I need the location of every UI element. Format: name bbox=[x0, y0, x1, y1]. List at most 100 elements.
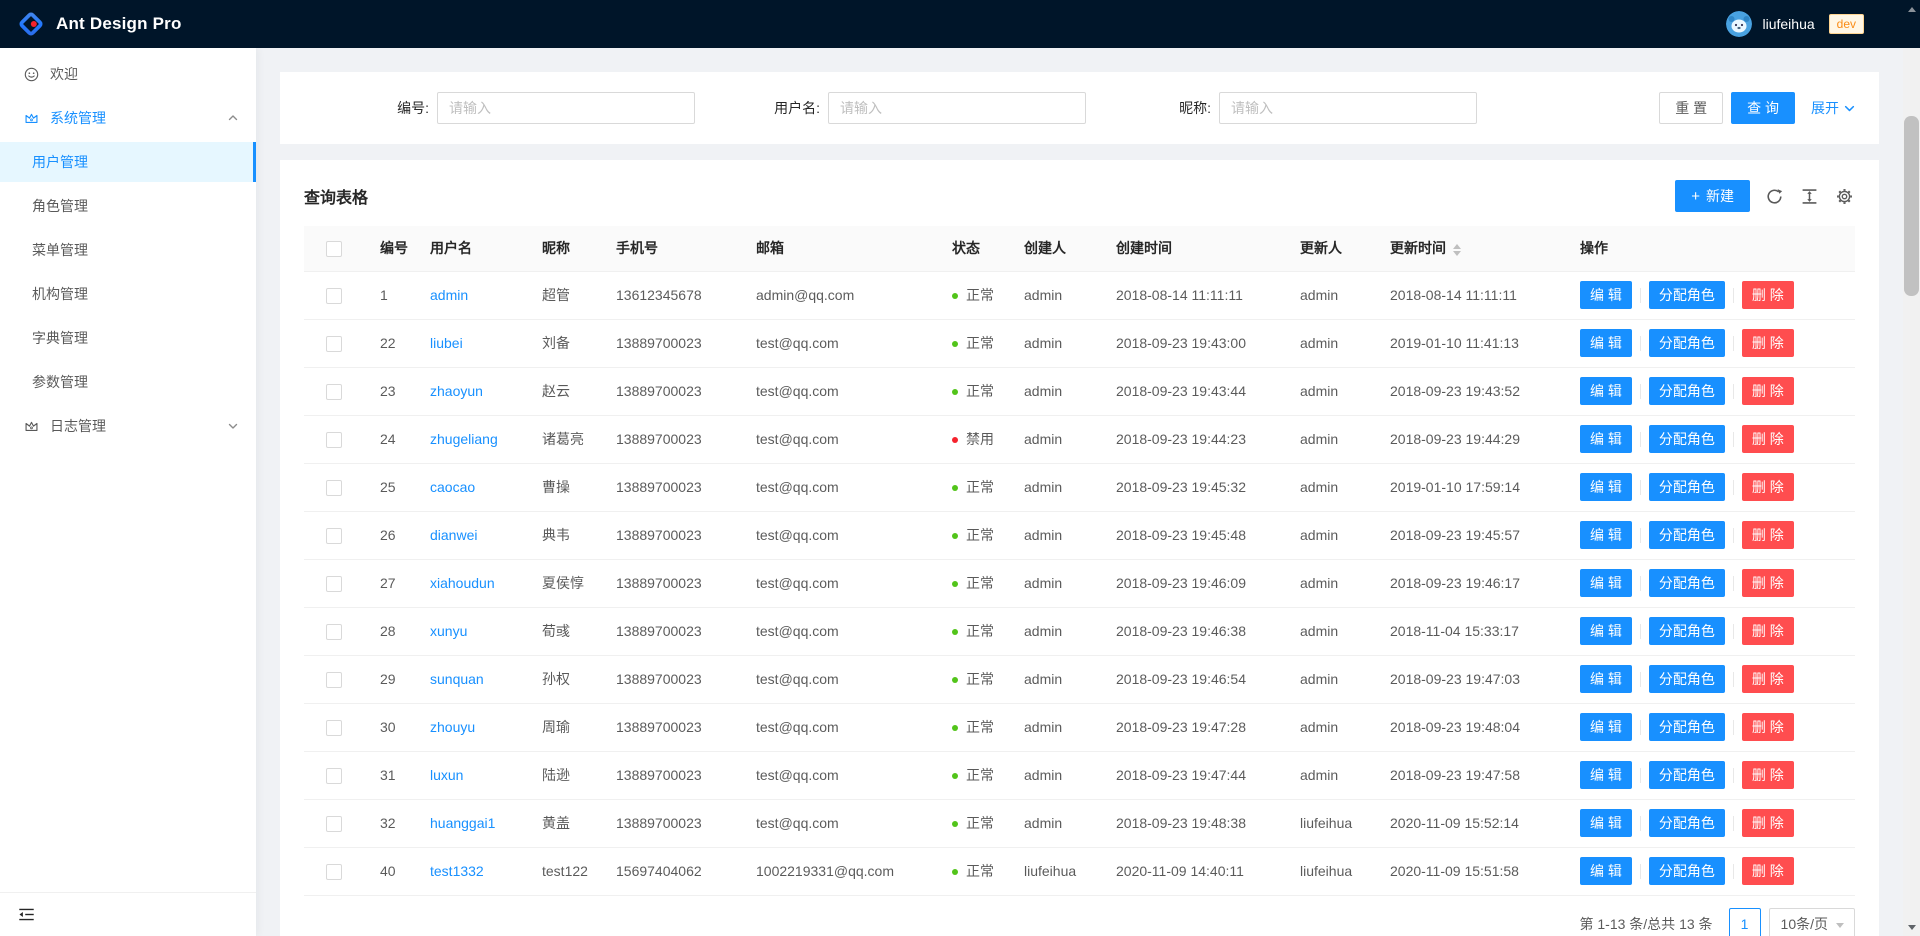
edit-button[interactable]: 编 辑 bbox=[1580, 569, 1632, 597]
assign-role-button[interactable]: 分配角色 bbox=[1649, 329, 1725, 357]
assign-role-button[interactable]: 分配角色 bbox=[1649, 377, 1725, 405]
delete-button[interactable]: 删 除 bbox=[1742, 665, 1794, 693]
page-size-select[interactable]: 10条/页 bbox=[1769, 908, 1855, 936]
delete-button[interactable]: 删 除 bbox=[1742, 377, 1794, 405]
user-link[interactable]: zhaoyun bbox=[430, 383, 483, 399]
sidebar-subitem-menu-management[interactable]: 菜单管理 bbox=[0, 230, 256, 270]
reload-icon[interactable] bbox=[1764, 188, 1785, 205]
delete-button[interactable]: 删 除 bbox=[1742, 617, 1794, 645]
sidebar-item-log-management[interactable]: 日志管理 bbox=[0, 406, 256, 446]
edit-button[interactable]: 编 辑 bbox=[1580, 473, 1632, 501]
edit-button[interactable]: 编 辑 bbox=[1580, 617, 1632, 645]
menu-fold-icon[interactable] bbox=[18, 906, 35, 923]
edit-button[interactable]: 编 辑 bbox=[1580, 761, 1632, 789]
sidebar-subitem-role-management[interactable]: 角色管理 bbox=[0, 186, 256, 226]
user-link[interactable]: luxun bbox=[430, 767, 463, 783]
delete-button[interactable]: 删 除 bbox=[1742, 473, 1794, 501]
row-checkbox[interactable] bbox=[326, 384, 342, 400]
edit-button[interactable]: 编 辑 bbox=[1580, 425, 1632, 453]
cell-creator: admin bbox=[1008, 415, 1100, 463]
assign-role-button[interactable]: 分配角色 bbox=[1649, 617, 1725, 645]
assign-role-button[interactable]: 分配角色 bbox=[1649, 809, 1725, 837]
assign-role-button[interactable]: 分配角色 bbox=[1649, 761, 1725, 789]
row-checkbox[interactable] bbox=[326, 624, 342, 640]
sidebar-subitem-param-management[interactable]: 参数管理 bbox=[0, 362, 256, 402]
status-badge: 禁用 bbox=[966, 431, 994, 447]
sidebar-subitem-dict-management[interactable]: 字典管理 bbox=[0, 318, 256, 358]
sorter-icon[interactable] bbox=[1453, 244, 1461, 256]
select-all-checkbox[interactable] bbox=[326, 241, 342, 257]
row-checkbox[interactable] bbox=[326, 288, 342, 304]
row-checkbox[interactable] bbox=[326, 480, 342, 496]
assign-role-button[interactable]: 分配角色 bbox=[1649, 281, 1725, 309]
assign-role-button[interactable]: 分配角色 bbox=[1649, 521, 1725, 549]
reset-button[interactable]: 重 置 bbox=[1659, 92, 1723, 124]
assign-role-button[interactable]: 分配角色 bbox=[1649, 665, 1725, 693]
delete-button[interactable]: 删 除 bbox=[1742, 857, 1794, 885]
row-checkbox[interactable] bbox=[326, 768, 342, 784]
search-input-username[interactable] bbox=[828, 92, 1086, 124]
sidebar-item-welcome[interactable]: 欢迎 bbox=[0, 54, 256, 94]
pagination-page-1[interactable]: 1 bbox=[1729, 908, 1761, 936]
row-checkbox[interactable] bbox=[326, 816, 342, 832]
delete-button[interactable]: 删 除 bbox=[1742, 809, 1794, 837]
row-checkbox[interactable] bbox=[326, 576, 342, 592]
edit-button[interactable]: 编 辑 bbox=[1580, 377, 1632, 405]
scrollbar-up-arrow[interactable] bbox=[1903, 1, 1920, 17]
user-link[interactable]: zhouyu bbox=[430, 719, 475, 735]
search-input-id[interactable] bbox=[437, 92, 695, 124]
delete-button[interactable]: 删 除 bbox=[1742, 281, 1794, 309]
edit-button[interactable]: 编 辑 bbox=[1580, 281, 1632, 309]
status-dot bbox=[952, 677, 958, 683]
assign-role-button[interactable]: 分配角色 bbox=[1649, 713, 1725, 741]
delete-button[interactable]: 删 除 bbox=[1742, 761, 1794, 789]
assign-role-button[interactable]: 分配角色 bbox=[1649, 473, 1725, 501]
scrollbar-thumb[interactable] bbox=[1904, 116, 1919, 296]
row-checkbox[interactable] bbox=[326, 672, 342, 688]
scrollbar-down-arrow[interactable] bbox=[1903, 919, 1920, 935]
search-input-nickname[interactable] bbox=[1219, 92, 1477, 124]
user-link[interactable]: dianwei bbox=[430, 527, 477, 543]
assign-role-button[interactable]: 分配角色 bbox=[1649, 569, 1725, 597]
user-link[interactable]: zhugeliang bbox=[430, 431, 498, 447]
page-scrollbar[interactable] bbox=[1903, 0, 1920, 936]
sidebar-subitem-org-management[interactable]: 机构管理 bbox=[0, 274, 256, 314]
user-link[interactable]: sunquan bbox=[430, 671, 484, 687]
search-button[interactable]: 查 询 bbox=[1731, 92, 1795, 124]
user-name[interactable]: liufeihua bbox=[1762, 16, 1814, 32]
status-dot bbox=[952, 533, 958, 539]
delete-button[interactable]: 删 除 bbox=[1742, 713, 1794, 741]
edit-button[interactable]: 编 辑 bbox=[1580, 809, 1632, 837]
edit-button[interactable]: 编 辑 bbox=[1580, 329, 1632, 357]
user-link[interactable]: liubei bbox=[430, 335, 463, 351]
new-button[interactable]: + 新建 bbox=[1675, 180, 1750, 212]
row-checkbox[interactable] bbox=[326, 432, 342, 448]
assign-role-button[interactable]: 分配角色 bbox=[1649, 425, 1725, 453]
row-checkbox[interactable] bbox=[326, 864, 342, 880]
delete-button[interactable]: 删 除 bbox=[1742, 521, 1794, 549]
user-link[interactable]: xiahoudun bbox=[430, 575, 495, 591]
edit-button[interactable]: 编 辑 bbox=[1580, 665, 1632, 693]
sidebar-item-system-management[interactable]: 系统管理 bbox=[0, 98, 256, 138]
edit-button[interactable]: 编 辑 bbox=[1580, 857, 1632, 885]
user-link[interactable]: huanggai1 bbox=[430, 815, 495, 831]
logo[interactable]: Ant Design Pro bbox=[16, 9, 182, 39]
assign-role-button[interactable]: 分配角色 bbox=[1649, 857, 1725, 885]
edit-button[interactable]: 编 辑 bbox=[1580, 713, 1632, 741]
delete-button[interactable]: 删 除 bbox=[1742, 569, 1794, 597]
delete-button[interactable]: 删 除 bbox=[1742, 425, 1794, 453]
user-link[interactable]: test1332 bbox=[430, 863, 484, 879]
user-link[interactable]: xunyu bbox=[430, 623, 467, 639]
density-icon[interactable] bbox=[1799, 188, 1820, 205]
delete-button[interactable]: 删 除 bbox=[1742, 329, 1794, 357]
user-link[interactable]: caocao bbox=[430, 479, 475, 495]
avatar[interactable] bbox=[1726, 11, 1752, 37]
sidebar-subitem-user-management[interactable]: 用户管理 bbox=[0, 142, 256, 182]
row-checkbox[interactable] bbox=[326, 720, 342, 736]
expand-toggle[interactable]: 展开 bbox=[1811, 98, 1855, 118]
row-checkbox[interactable] bbox=[326, 336, 342, 352]
row-checkbox[interactable] bbox=[326, 528, 342, 544]
edit-button[interactable]: 编 辑 bbox=[1580, 521, 1632, 549]
user-link[interactable]: admin bbox=[430, 287, 468, 303]
settings-gear-icon[interactable] bbox=[1834, 188, 1855, 205]
